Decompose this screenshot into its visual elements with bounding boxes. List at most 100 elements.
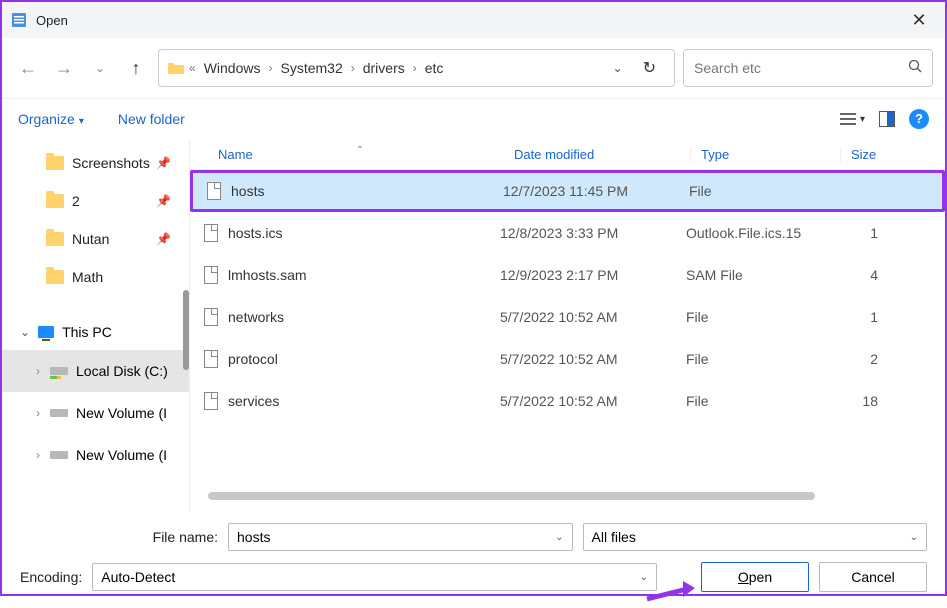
file-icon (204, 308, 218, 326)
drive-icon (50, 367, 68, 375)
column-date[interactable]: Date modified (514, 147, 690, 162)
file-icon (204, 350, 218, 368)
folder-icon (167, 60, 185, 76)
file-name: protocol (228, 351, 278, 367)
expand-icon[interactable]: › (36, 448, 40, 462)
address-bar[interactable]: « Windows › System32 › drivers › etc ⌄ ↻ (158, 49, 675, 87)
search-input[interactable] (694, 60, 908, 76)
file-row[interactable]: hosts.ics12/8/2023 3:33 PMOutlook.File.i… (190, 212, 945, 254)
expand-icon[interactable]: › (36, 406, 40, 420)
pin-icon: 📌 (156, 232, 171, 246)
file-date: 5/7/2022 10:52 AM (500, 351, 676, 367)
file-icon (207, 182, 221, 200)
file-type: File (679, 183, 829, 199)
folder-icon (46, 156, 64, 170)
file-type: SAM File (676, 267, 826, 283)
sidebar-drive-new2[interactable]: ›New Volume (I (2, 434, 189, 476)
file-name: hosts.ics (228, 225, 282, 241)
file-row[interactable]: services 5/7/2022 10:52 AMFile18 (190, 380, 945, 422)
file-row[interactable]: protocol 5/7/2022 10:52 AMFile2 (190, 338, 945, 380)
sidebar-item-nutan[interactable]: Nutan📌 (2, 220, 189, 258)
file-row[interactable]: hosts 12/7/2023 11:45 PMFile (190, 170, 945, 212)
file-type: File (676, 351, 826, 367)
file-date: 12/7/2023 11:45 PM (503, 183, 679, 199)
column-size[interactable]: Size (840, 147, 900, 162)
file-date: 12/9/2023 2:17 PM (500, 267, 676, 283)
drive-icon (50, 409, 68, 417)
file-name: services (228, 393, 279, 409)
file-date: 5/7/2022 10:52 AM (500, 309, 676, 325)
file-row[interactable]: networks 5/7/2022 10:52 AMFile1 (190, 296, 945, 338)
breadcrumb-item[interactable]: drivers (359, 60, 409, 76)
up-button[interactable]: ↑ (122, 54, 150, 82)
preview-pane-button[interactable] (879, 111, 895, 127)
help-button[interactable]: ? (909, 109, 929, 129)
back-button[interactable]: ← (14, 54, 42, 82)
sidebar-scrollbar[interactable] (183, 290, 189, 370)
breadcrumb-item[interactable]: etc (421, 60, 448, 76)
sidebar-item-2[interactable]: 2📌 (2, 182, 189, 220)
app-icon (10, 11, 28, 29)
folder-icon (46, 232, 64, 246)
column-name[interactable]: Name⌃ (204, 147, 514, 162)
file-type: Outlook.File.ics.15 (676, 225, 826, 241)
toolbar: Organize▾ New folder ▾ ? (2, 98, 945, 140)
view-menu[interactable]: ▾ (840, 112, 865, 126)
titlebar: Open ✕ (2, 2, 945, 38)
column-headers: Name⌃ Date modified Type Size (190, 140, 945, 170)
breadcrumb-overflow[interactable]: « (189, 61, 196, 75)
footer: File name: hosts⌄ All files⌄ Encoding: A… (2, 512, 945, 608)
sidebar-this-pc[interactable]: ⌄This PC (2, 314, 189, 350)
sidebar-drive-c[interactable]: ›Local Disk (C:) (2, 350, 189, 392)
sidebar-drive-new1[interactable]: ›New Volume (I (2, 392, 189, 434)
file-size: 18 (826, 393, 886, 409)
file-size: 2 (826, 351, 886, 367)
refresh-button[interactable]: ↻ (633, 58, 666, 78)
filename-input[interactable]: hosts⌄ (228, 523, 573, 551)
horizontal-scrollbar[interactable] (208, 492, 931, 500)
encoding-label: Encoding: (20, 569, 82, 585)
search-icon (908, 59, 922, 78)
pc-icon (38, 326, 54, 338)
path-dropdown[interactable]: ⌄ (607, 61, 629, 75)
file-size: 1 (826, 309, 886, 325)
encoding-select[interactable]: Auto-Detect⌄ (92, 563, 657, 591)
file-list: Name⌃ Date modified Type Size hosts 12/7/… (190, 140, 945, 512)
filename-label: File name: (20, 529, 218, 545)
file-type-filter[interactable]: All files⌄ (583, 523, 928, 551)
sidebar: Screenshots📌 2📌 Nutan📌 Math ⌄This PC ›Lo… (2, 140, 190, 512)
breadcrumb-item[interactable]: Windows (200, 60, 265, 76)
close-button[interactable]: ✕ (901, 10, 937, 31)
expand-icon[interactable]: ⌄ (20, 325, 30, 339)
drive-icon (50, 451, 68, 459)
forward-button[interactable]: → (50, 54, 78, 82)
sidebar-item-math[interactable]: Math (2, 258, 189, 296)
pin-icon: 📌 (156, 194, 171, 208)
organize-menu[interactable]: Organize▾ (18, 111, 90, 127)
column-type[interactable]: Type (690, 147, 840, 162)
file-date: 5/7/2022 10:52 AM (500, 393, 676, 409)
file-icon (204, 392, 218, 410)
file-row[interactable]: lmhosts.sam12/9/2023 2:17 PMSAM File4 (190, 254, 945, 296)
file-name: hosts (231, 183, 264, 199)
sort-indicator: ⌃ (356, 145, 364, 156)
file-size: 1 (826, 225, 886, 241)
file-icon (204, 224, 218, 242)
window-title: Open (36, 13, 901, 28)
expand-icon[interactable]: › (36, 364, 40, 378)
pin-icon: 📌 (156, 156, 171, 170)
file-type: File (676, 393, 826, 409)
cancel-button[interactable]: Cancel (819, 562, 927, 592)
folder-icon (46, 194, 64, 208)
sidebar-item-screenshots[interactable]: Screenshots📌 (2, 144, 189, 182)
body-area: Screenshots📌 2📌 Nutan📌 Math ⌄This PC ›Lo… (2, 140, 945, 512)
recent-dropdown[interactable]: ⌄ (86, 54, 114, 82)
open-button[interactable]: Open (701, 562, 809, 592)
file-type: File (676, 309, 826, 325)
file-size: 4 (826, 267, 886, 283)
file-name: networks (228, 309, 284, 325)
folder-icon (46, 270, 64, 284)
search-box[interactable] (683, 49, 933, 87)
new-folder-button[interactable]: New folder (118, 111, 185, 127)
breadcrumb-item[interactable]: System32 (276, 60, 346, 76)
